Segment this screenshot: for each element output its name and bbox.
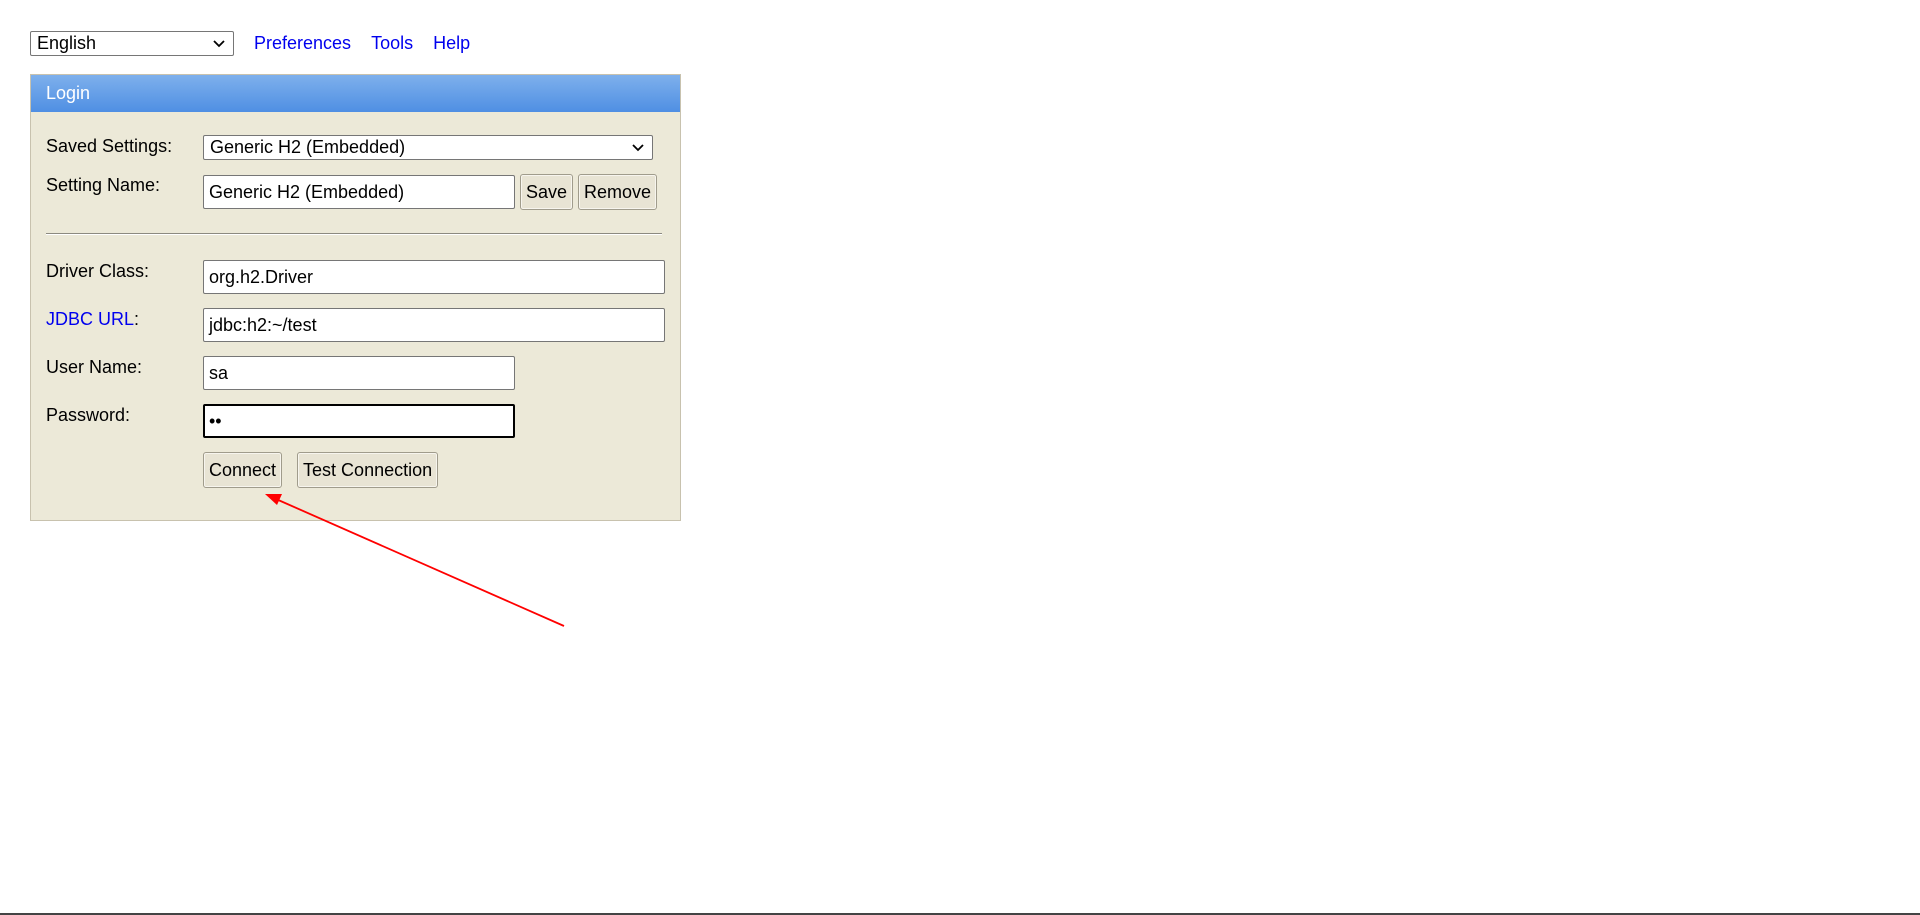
- setting-name-label: Setting Name:: [46, 175, 161, 195]
- connect-button[interactable]: Connect: [203, 452, 283, 488]
- saved-settings-label: Saved Settings:: [46, 136, 173, 156]
- setting-name-input[interactable]: Generic H2 (Embedded): [203, 175, 515, 209]
- divider: [46, 233, 662, 235]
- remove-button[interactable]: Remove: [578, 174, 658, 210]
- chevron-down-icon: [213, 39, 225, 47]
- login-panel: Login Saved Settings: Generic H2 (Embedd…: [30, 74, 681, 521]
- driver-class-input[interactable]: org.h2.Driver: [203, 260, 665, 294]
- user-name-input[interactable]: sa: [203, 356, 515, 390]
- top-bar: English Preferences Tools Help: [30, 30, 470, 56]
- jdbc-url-label: JDBC URL:: [46, 308, 203, 330]
- password-label: Password:: [46, 405, 131, 425]
- language-select[interactable]: English: [30, 30, 234, 56]
- driver-class-label: Driver Class:: [46, 261, 150, 281]
- setting-name-row: Setting Name: Generic H2 (Embedded) Save…: [46, 174, 658, 210]
- saved-settings-row: Saved Settings: Generic H2 (Embedded): [46, 135, 653, 160]
- chevron-down-icon: [632, 144, 644, 152]
- user-name-label: User Name:: [46, 357, 143, 377]
- jdbc-url-link[interactable]: JDBC URL: [46, 309, 134, 329]
- saved-settings-select-value: Generic H2 (Embedded): [210, 137, 406, 157]
- jdbc-url-input[interactable]: jdbc:h2:~/test: [203, 308, 665, 342]
- driver-class-row: Driver Class: org.h2.Driver: [46, 260, 665, 294]
- jdbc-url-row: JDBC URL: jdbc:h2:~/test: [46, 308, 665, 342]
- login-header: Login: [31, 75, 680, 112]
- jdbc-url-colon: :: [134, 309, 140, 329]
- preferences-link[interactable]: Preferences: [254, 33, 351, 54]
- password-row: Password: ••: [46, 404, 515, 438]
- save-button[interactable]: Save: [520, 174, 574, 210]
- language-select-value: English: [37, 32, 97, 53]
- help-link[interactable]: Help: [433, 33, 470, 54]
- tools-link[interactable]: Tools: [371, 33, 413, 54]
- test-connection-button[interactable]: Test Connection: [297, 452, 439, 488]
- saved-settings-select[interactable]: Generic H2 (Embedded): [203, 135, 653, 160]
- actions-row: Connect Test Connection: [46, 452, 439, 488]
- user-name-row: User Name: sa: [46, 356, 515, 390]
- password-input[interactable]: ••: [203, 404, 515, 438]
